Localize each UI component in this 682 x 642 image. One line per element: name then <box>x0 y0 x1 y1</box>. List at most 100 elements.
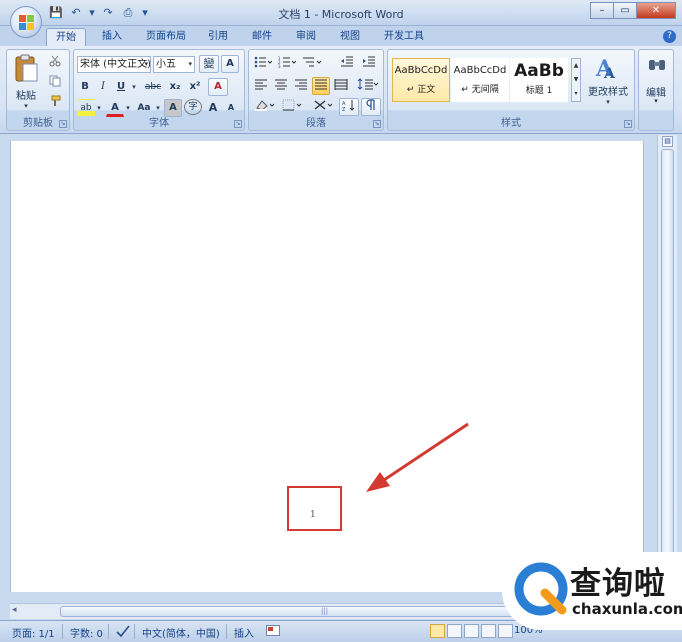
align-right-icon[interactable] <box>292 77 310 95</box>
clear-formatting-button[interactable]: A <box>208 78 228 96</box>
style-sample: AaBbCcDd <box>394 65 448 76</box>
minimize-button[interactable]: – <box>590 2 614 19</box>
restore-button[interactable]: ▭ <box>613 2 637 19</box>
style-no-spacing[interactable]: AaBbCcDd ↵ 无间隔 <box>451 58 509 102</box>
styles-group-label: 样式 <box>501 118 521 129</box>
decrease-indent-icon[interactable] <box>337 55 357 73</box>
scroll-grip-icon: ||| <box>321 607 329 615</box>
ruler-toggle-icon[interactable]: ▤ <box>662 136 673 147</box>
draft-view-button[interactable] <box>498 624 513 638</box>
font-launcher-icon[interactable]: ↘ <box>234 120 242 128</box>
strikethrough-button[interactable]: abc <box>142 78 164 96</box>
insert-mode[interactable]: 插入 <box>234 625 254 640</box>
print-layout-view-button[interactable] <box>430 624 445 638</box>
page-count[interactable]: 页面: 1/1 <box>12 625 55 640</box>
paste-dropdown-icon[interactable]: ▾ <box>11 102 41 110</box>
ribbon: 粘贴 ▾ 剪贴板 ↘ 宋体 (中文正文) ▾ 小五 ▾ 變 A B I U ▾ … <box>0 46 682 134</box>
underline-dropdown-icon[interactable]: ▾ <box>129 78 139 96</box>
paste-button[interactable]: 粘贴 ▾ <box>11 52 41 110</box>
tab-insert[interactable]: 插入 <box>94 28 130 46</box>
status-divider <box>226 624 227 639</box>
change-styles-button[interactable]: A A 更改样式 ▾ <box>584 54 632 110</box>
binoculars-icon <box>649 60 665 70</box>
clipboard-group: 粘贴 ▾ 剪贴板 ↘ <box>6 49 70 131</box>
enclose-characters-button[interactable]: 字 <box>184 99 202 115</box>
bullets-icon[interactable] <box>252 55 274 73</box>
help-icon[interactable]: ? <box>663 30 676 43</box>
multilevel-list-icon[interactable] <box>300 55 324 73</box>
style-normal[interactable]: AaBbCcDd ↵ 正文 <box>392 58 450 102</box>
superscript-button[interactable]: x² <box>186 78 204 96</box>
copy-icon[interactable] <box>45 74 65 92</box>
format-painter-icon[interactable] <box>45 94 65 112</box>
vertical-scrollbar[interactable]: ▤ <box>657 135 677 605</box>
phonetic-guide-button[interactable]: 變 <box>199 55 219 73</box>
chevron-up-icon[interactable]: ▲ <box>572 59 580 73</box>
office-button[interactable] <box>10 6 42 38</box>
font-size-value: 小五 <box>156 59 176 70</box>
paragraph-group: 123 A Z 段落 ↘ <box>248 49 384 131</box>
web-layout-button[interactable] <box>464 624 479 638</box>
chevron-down-icon: ▾ <box>606 98 610 106</box>
watermark-cn-text: 查询啦 <box>570 566 666 602</box>
paragraph-group-label: 段落 <box>306 118 326 129</box>
font-size-combo[interactable]: 小五 ▾ <box>153 56 195 73</box>
styles-launcher-icon[interactable]: ↘ <box>624 120 632 128</box>
clipboard-launcher-icon[interactable]: ↘ <box>59 120 67 128</box>
line-spacing-icon[interactable] <box>355 77 381 95</box>
svg-text:Z: Z <box>342 107 346 111</box>
style-name: ↵ 正文 <box>406 85 436 95</box>
align-center-icon[interactable] <box>272 77 290 95</box>
more-styles-icon[interactable]: ▾ <box>572 87 580 101</box>
view-buttons <box>430 624 513 638</box>
tab-developer[interactable]: 开发工具 <box>376 28 432 46</box>
editing-group[interactable]: 编辑 ▾ <box>638 49 674 131</box>
numbering-icon[interactable]: 123 <box>276 55 298 73</box>
underline-button[interactable]: U <box>113 78 129 96</box>
subscript-button[interactable]: x₂ <box>166 78 184 96</box>
font-group: 宋体 (中文正文) ▾ 小五 ▾ 變 A B I U ▾ abc x₂ x² A… <box>73 49 245 131</box>
change-styles-label: 更改样式 <box>588 87 628 98</box>
scroll-left-icon[interactable]: ◂ <box>12 605 17 615</box>
increase-indent-icon[interactable] <box>359 55 379 73</box>
paragraph-launcher-icon[interactable]: ↘ <box>373 120 381 128</box>
window-controls: – ▭ ✕ <box>590 2 676 19</box>
bold-button[interactable]: B <box>77 78 93 96</box>
tab-mailings[interactable]: 邮件 <box>244 28 280 46</box>
chevron-down-icon: ▾ <box>144 60 148 68</box>
style-heading-1[interactable]: AaBb 标题 1 <box>510 58 568 102</box>
style-name: ↵ 无间隔 <box>461 85 499 95</box>
tab-view[interactable]: 视图 <box>332 28 368 46</box>
style-name: 标题 1 <box>525 86 553 96</box>
styles-scroll: ▲ ▼ ▾ <box>571 58 581 102</box>
watermark-en-text: chaxunla.com <box>572 600 682 618</box>
distributed-icon[interactable] <box>332 77 350 95</box>
style-sample: AaBbCcDd <box>453 65 507 76</box>
language-indicator[interactable]: 中文(简体，中国) <box>142 625 220 640</box>
chevron-down-icon[interactable]: ▼ <box>572 73 580 87</box>
page-number: 1 <box>310 510 316 520</box>
justify-icon[interactable] <box>312 77 330 95</box>
italic-button[interactable]: I <box>95 78 111 96</box>
tab-review[interactable]: 审阅 <box>288 28 324 46</box>
close-button[interactable]: ✕ <box>636 2 676 19</box>
change-styles-icon: A A <box>595 56 616 82</box>
title-bar: 💾 ↶ ▾ ↷ ⎙ ▾ 文档 1 - Microsoft Word – ▭ ✕ <box>0 0 682 26</box>
paste-label: 粘贴 <box>16 91 36 102</box>
vertical-scroll-thumb[interactable] <box>661 149 674 591</box>
macro-record-icon[interactable] <box>266 625 280 639</box>
cut-icon[interactable] <box>45 54 65 72</box>
font-name-combo[interactable]: 宋体 (中文正文) ▾ <box>77 56 151 73</box>
office-logo-icon <box>19 15 35 31</box>
word-count[interactable]: 字数: 0 <box>70 625 103 640</box>
tab-references[interactable]: 引用 <box>200 28 236 46</box>
tab-home[interactable]: 开始 <box>46 28 86 46</box>
align-left-icon[interactable] <box>252 77 270 95</box>
outline-view-button[interactable] <box>481 624 496 638</box>
tab-page-layout[interactable]: 页面布局 <box>138 28 194 46</box>
watermark-logo-icon <box>514 562 568 616</box>
character-border-button[interactable]: A <box>221 55 239 73</box>
proofing-icon[interactable] <box>116 625 130 640</box>
status-divider <box>108 624 109 639</box>
full-screen-reading-button[interactable] <box>447 624 462 638</box>
